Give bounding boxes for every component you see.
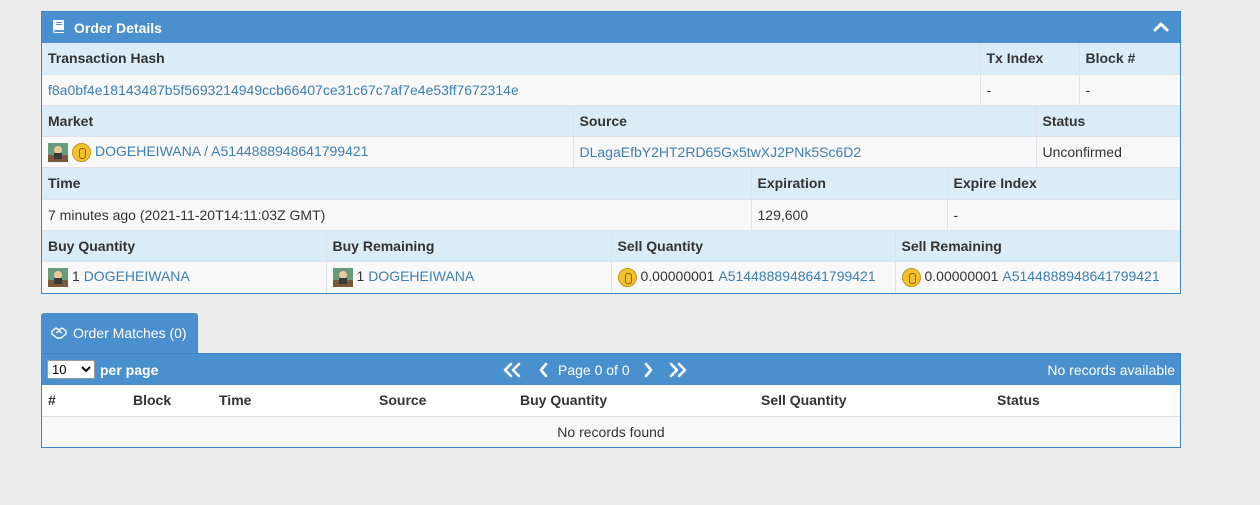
- expire-index-label: Expire Index: [947, 168, 1180, 200]
- sell-remaining-label: Sell Remaining: [895, 230, 1180, 262]
- status-label: Status: [1036, 105, 1180, 137]
- col-header-time[interactable]: Time: [213, 385, 373, 417]
- order-details-header: Order Details: [42, 12, 1180, 43]
- sell-remaining-amount: 0.00000001: [924, 267, 999, 284]
- order-matches-panel: 10 per page Page 0 of 0 No records avail…: [41, 353, 1181, 448]
- pagination-bar: 10 per page Page 0 of 0 No records avail…: [42, 354, 1180, 385]
- tab-order-matches-label: Order Matches (0): [73, 325, 187, 341]
- time-label: Time: [42, 168, 752, 200]
- per-page-select[interactable]: 10: [47, 360, 95, 379]
- sell-quantity-label: Sell Quantity: [611, 230, 896, 262]
- order-details-title: Order Details: [74, 19, 162, 36]
- page-info: Page 0 of 0: [558, 361, 630, 378]
- buy-remaining-amount: 1: [356, 267, 365, 284]
- sell-quantity-asset-link[interactable]: A5144888948641799421: [718, 268, 875, 284]
- block-value: -: [1079, 74, 1180, 106]
- next-page-icon[interactable]: [642, 362, 654, 378]
- records-status: No records available: [1047, 362, 1175, 378]
- tx-hash-label: Transaction Hash: [42, 43, 981, 75]
- per-page-label: per page: [100, 362, 159, 378]
- sell-quantity-amount: 0.00000001: [640, 267, 715, 284]
- time-value: 7 minutes ago (2021-11-20T14:11:03Z GMT): [42, 199, 752, 231]
- col-header-buy-quantity[interactable]: Buy Quantity: [514, 385, 755, 417]
- buy-remaining-asset-link[interactable]: DOGEHEIWANA: [368, 268, 474, 284]
- empty-message: No records found: [42, 416, 1180, 447]
- tab-order-matches[interactable]: Order Matches (0): [41, 313, 198, 353]
- chevron-up-icon[interactable]: [1153, 19, 1169, 35]
- dogeheiwana-asset-icon: [48, 267, 68, 287]
- a5144888948641799421-coin-icon: [72, 142, 91, 162]
- buy-quantity-amount: 1: [72, 267, 80, 284]
- tx-hash-link[interactable]: f8a0bf4e18143487b5f5693214949ccb66407ce3…: [48, 82, 519, 98]
- col-header-sell-quantity[interactable]: Sell Quantity: [755, 385, 991, 417]
- page-navigation: Page 0 of 0: [502, 354, 688, 385]
- order-matches-table: # Block Time Source Buy Quantity Sell Qu…: [42, 385, 1180, 447]
- a5144888948641799421-coin-icon: [901, 267, 921, 287]
- tx-index-label: Tx Index: [980, 43, 1080, 75]
- col-header-index[interactable]: #: [42, 385, 127, 417]
- block-label: Block #: [1079, 43, 1180, 75]
- dogeheiwana-asset-icon: [48, 142, 68, 162]
- market-table: Market Source Status DOGEHEIWANA / A5144…: [42, 105, 1180, 168]
- buy-remaining-label: Buy Remaining: [326, 230, 612, 262]
- tx-hash-table: Transaction Hash Tx Index Block # f8a0bf…: [42, 43, 1180, 106]
- status-value: Unconfirmed: [1036, 136, 1180, 168]
- handshake-icon: [51, 327, 67, 339]
- prev-page-icon[interactable]: [538, 362, 550, 378]
- expiration-value: 129,600: [751, 199, 948, 231]
- time-table: Time Expiration Expire Index 7 minutes a…: [42, 168, 1180, 231]
- first-page-icon[interactable]: [502, 362, 524, 378]
- book-icon: [52, 19, 66, 37]
- buy-quantity-asset-link[interactable]: DOGEHEIWANA: [84, 268, 190, 284]
- buy-quantity-label: Buy Quantity: [42, 230, 327, 262]
- col-header-status[interactable]: Status: [991, 385, 1180, 417]
- expire-index-value: -: [947, 199, 1180, 231]
- market-label: Market: [42, 105, 574, 137]
- expiration-label: Expiration: [751, 168, 948, 200]
- col-header-block[interactable]: Block: [127, 385, 213, 417]
- tx-index-value: -: [980, 74, 1080, 106]
- dogeheiwana-asset-icon: [332, 267, 353, 287]
- quantity-table: Buy Quantity Buy Remaining Sell Quantity…: [42, 230, 1180, 293]
- col-header-source[interactable]: Source: [373, 385, 514, 417]
- order-details-panel: Order Details Transaction Hash Tx Index …: [41, 11, 1181, 294]
- market-link[interactable]: DOGEHEIWANA / A5144888948641799421: [95, 143, 368, 159]
- a5144888948641799421-coin-icon: [617, 267, 637, 287]
- source-address-link[interactable]: DLagaEfbY2HT2RD65Gx5twXJ2PNk5Sc6D2: [580, 144, 862, 160]
- sell-remaining-asset-link[interactable]: A5144888948641799421: [1002, 268, 1159, 284]
- last-page-icon[interactable]: [666, 362, 688, 378]
- source-label: Source: [573, 105, 1037, 137]
